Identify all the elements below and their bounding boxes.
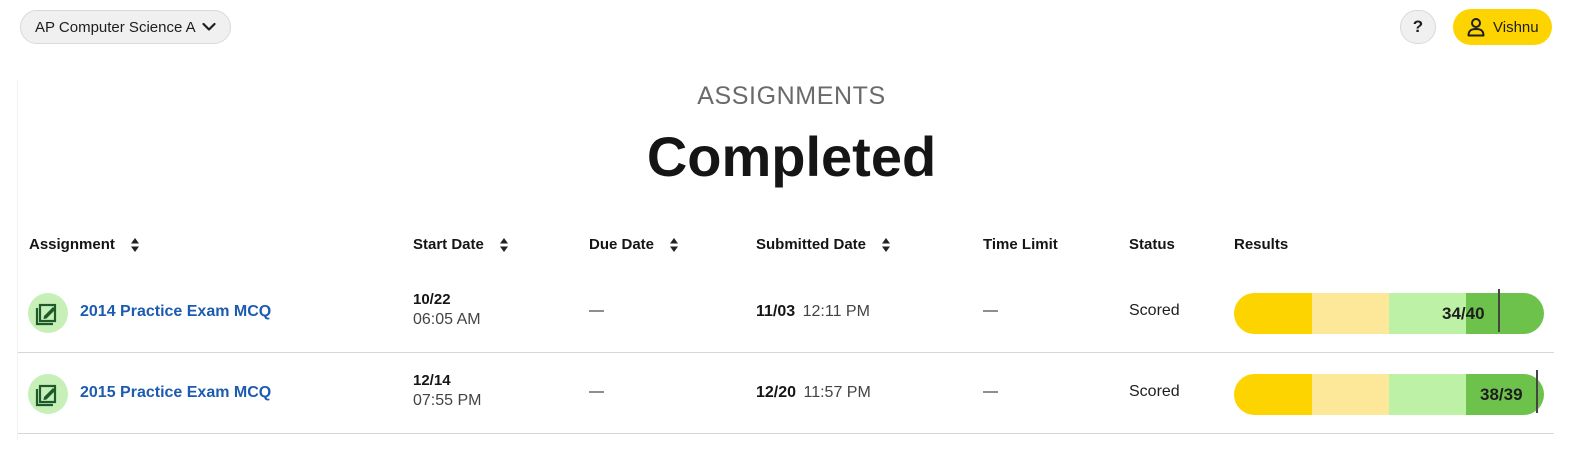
score-label: 34/40 (1442, 304, 1485, 323)
help-icon: ? (1412, 17, 1424, 36)
user-name: Vishnu (1493, 18, 1539, 36)
column-header-submitted-date[interactable]: Submitted Date (756, 236, 891, 253)
status-cell: Scored (1129, 383, 1180, 400)
start-date-cell: 12/14 07:55 PM (413, 372, 482, 409)
due-date-cell: — (589, 302, 604, 319)
page-title: Completed (646, 125, 937, 188)
course-selector[interactable]: AP Computer Science A (20, 10, 231, 44)
time-limit-cell: — (983, 383, 998, 400)
results-band-low (1234, 293, 1312, 334)
assignment-link[interactable]: 2014 Practice Exam MCQ (80, 303, 271, 321)
column-header-results: Results (1234, 236, 1289, 253)
assignment-link[interactable]: 2015 Practice Exam MCQ (80, 384, 271, 402)
help-button[interactable]: ? (1400, 10, 1436, 44)
time-limit-cell: — (983, 302, 998, 319)
status-cell: Scored (1129, 302, 1180, 319)
chevron-down-icon (202, 22, 216, 32)
user-icon (1467, 18, 1485, 37)
score-label: 38/39 (1480, 385, 1523, 404)
score-marker (1536, 370, 1538, 413)
table-row[interactable]: 2015 Practice Exam MCQ 12/14 07:55 PM — … (18, 354, 1554, 434)
results-band-high (1389, 374, 1466, 415)
column-header-start-date[interactable]: Start Date (413, 236, 509, 253)
assignment-icon (28, 374, 68, 414)
table-row[interactable]: 2014 Practice Exam MCQ 10/22 06:05 AM — … (18, 273, 1554, 353)
sort-icon[interactable] (499, 237, 509, 253)
score-marker (1498, 289, 1500, 332)
column-header-time-limit: Time Limit (983, 236, 1058, 253)
column-header-status: Status (1129, 236, 1175, 253)
start-date-cell: 10/22 06:05 AM (413, 291, 481, 328)
sort-icon[interactable] (881, 237, 891, 253)
sort-icon[interactable] (130, 237, 140, 253)
column-header-assignment[interactable]: Assignment (29, 236, 140, 253)
page-eyebrow: ASSIGNMENTS (697, 82, 886, 110)
results-band-low (1234, 374, 1312, 415)
due-date-cell: — (589, 383, 604, 400)
results-band-mid (1312, 374, 1389, 415)
submitted-date-cell: 12/20 11:57 PM (756, 384, 871, 401)
column-header-due-date[interactable]: Due Date (589, 236, 679, 253)
results-band-mid (1312, 293, 1389, 334)
assignment-icon (28, 293, 68, 333)
sort-icon[interactable] (669, 237, 679, 253)
submitted-date-cell: 11/03 12:11 PM (756, 303, 870, 320)
course-selector-label: AP Computer Science A (35, 18, 196, 36)
user-menu-button[interactable]: Vishnu (1453, 9, 1552, 45)
